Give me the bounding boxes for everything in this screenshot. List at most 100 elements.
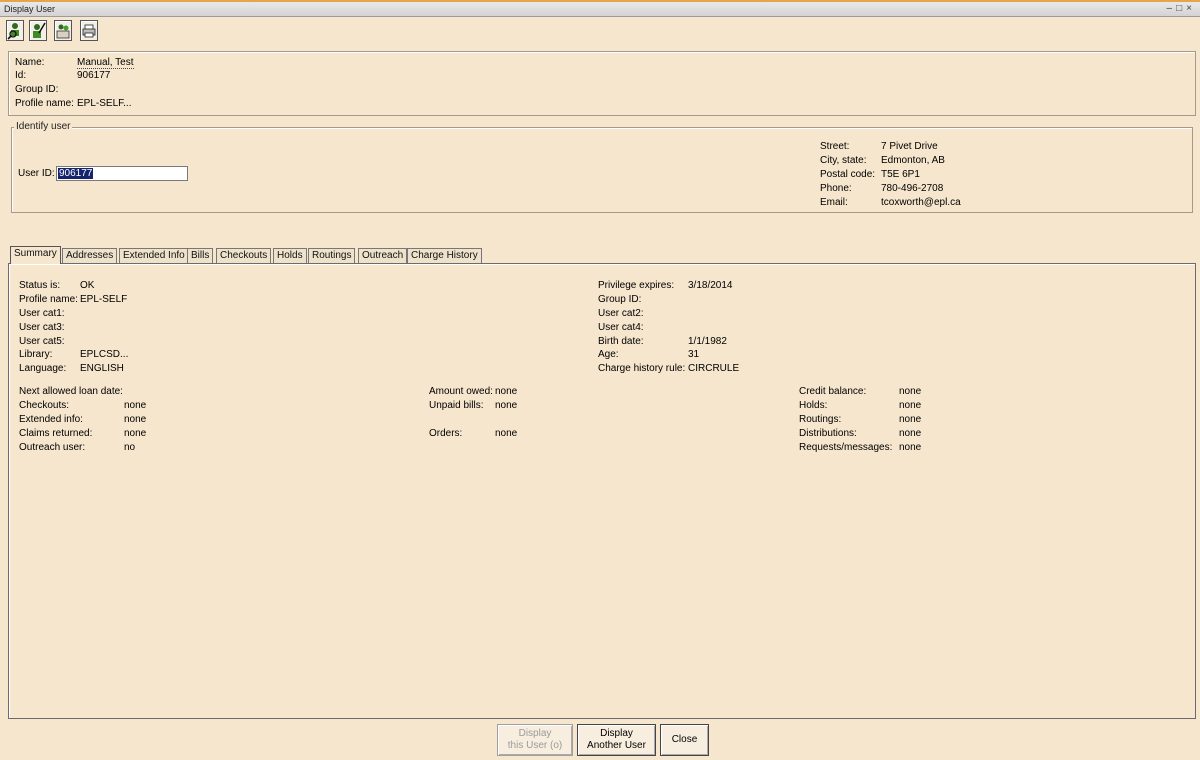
- identify-user-legend: Identify user: [14, 121, 73, 132]
- extended-info-label: Extended info:: [19, 414, 83, 425]
- user-search-icon: [7, 23, 19, 40]
- profile-name-label: Profile name:: [15, 98, 74, 109]
- email-label: Email:: [820, 197, 848, 208]
- identify-user-group: [11, 127, 1193, 213]
- window-title: Display User: [4, 4, 56, 14]
- library-label: Library:: [19, 349, 53, 360]
- user-cat4-label: User cat4:: [598, 322, 644, 333]
- city-value: Edmonton, AB: [881, 155, 945, 166]
- tab-charge-history[interactable]: Charge History: [407, 248, 482, 263]
- tab-bills[interactable]: Bills: [187, 248, 214, 263]
- routings-value: none: [899, 414, 922, 425]
- street-label: Street:: [820, 141, 850, 152]
- routings-label: Routings:: [799, 414, 842, 425]
- distributions-value: none: [899, 428, 922, 439]
- privilege-expires-label: Privilege expires:: [598, 280, 675, 291]
- id-value: 906177: [77, 70, 111, 81]
- birth-date-value: 1/1/1982: [688, 336, 727, 347]
- display-this-user-line1: Display: [518, 728, 552, 739]
- checkouts-label: Checkouts:: [19, 400, 70, 411]
- summary-group-id-label: Group ID:: [598, 294, 642, 305]
- id-label: Id:: [15, 70, 27, 81]
- amount-owed-value: none: [495, 386, 518, 397]
- holds-value: none: [899, 400, 922, 411]
- profile-value: EPL-SELF: [80, 294, 128, 305]
- print-button[interactable]: [80, 20, 98, 41]
- user-edit-icon: [33, 22, 46, 38]
- display-another-user-button[interactable]: Display Another User: [577, 724, 656, 756]
- street-value: 7 Pivet Drive: [881, 141, 938, 152]
- holds-label: Holds:: [799, 400, 828, 411]
- charge-history-rule-value: CIRCRULE: [688, 363, 740, 374]
- window-titlebar: Display User –□×: [0, 0, 1200, 17]
- userid-input-value: 906177: [58, 168, 94, 179]
- tab-outreach[interactable]: Outreach: [358, 248, 408, 263]
- display-this-user-line2: this User (o): [507, 740, 563, 751]
- profile-name-value: EPL-SELF...: [77, 98, 132, 109]
- postal-value: T5E 6P1: [881, 169, 920, 180]
- user-cat5-label: User cat5:: [19, 336, 65, 347]
- tab-extended-info[interactable]: Extended Info: [119, 248, 189, 263]
- userid-label: User ID:: [18, 168, 55, 179]
- user-cat3-label: User cat3:: [19, 322, 65, 333]
- display-another-user-line1: Display: [600, 728, 633, 739]
- orders-label: Orders:: [429, 428, 463, 439]
- claims-returned-label: Claims returned:: [19, 428, 93, 439]
- tab-summary[interactable]: Summary: [10, 246, 61, 264]
- claims-returned-value: none: [124, 428, 147, 439]
- tab-checkouts[interactable]: Checkouts: [216, 248, 272, 263]
- user-cat2-label: User cat2:: [598, 308, 644, 319]
- user-info-box: [8, 51, 1196, 116]
- user-group-button[interactable]: [54, 20, 72, 41]
- extended-info-value: none: [124, 414, 147, 425]
- city-label: City, state:: [820, 155, 867, 166]
- minimize-icon[interactable]: –: [1167, 3, 1177, 14]
- language-label: Language:: [19, 363, 67, 374]
- window-controls: –□×: [1167, 3, 1196, 14]
- name-value[interactable]: Manual, Test: [77, 57, 134, 69]
- phone-label: Phone:: [820, 183, 852, 194]
- next-loan-date-label: Next allowed loan date:: [19, 386, 123, 397]
- requests-messages-value: none: [899, 442, 922, 453]
- tab-holds[interactable]: Holds: [273, 248, 307, 263]
- outreach-user-label: Outreach user:: [19, 442, 86, 453]
- userid-input[interactable]: 906177: [56, 166, 188, 181]
- library-value: EPLCSD...: [80, 349, 129, 360]
- user-edit-button[interactable]: [29, 20, 47, 41]
- credit-balance-value: none: [899, 386, 922, 397]
- unpaid-bills-value: none: [495, 400, 518, 411]
- language-value: ENGLISH: [80, 363, 124, 374]
- status-label: Status is:: [19, 280, 61, 291]
- status-value: OK: [80, 280, 95, 291]
- close-window-icon[interactable]: ×: [1186, 3, 1196, 14]
- outreach-user-value: no: [124, 442, 136, 453]
- orders-value: none: [495, 428, 518, 439]
- group-id-label: Group ID:: [15, 84, 59, 95]
- tab-addresses[interactable]: Addresses: [62, 248, 118, 263]
- unpaid-bills-label: Unpaid bills:: [429, 400, 484, 411]
- close-button-label: Close: [671, 734, 698, 745]
- postal-label: Postal code:: [820, 169, 876, 180]
- user-search-button[interactable]: [6, 20, 24, 41]
- birth-date-label: Birth date:: [598, 336, 644, 347]
- age-label: Age:: [598, 349, 619, 360]
- close-button[interactable]: Close: [660, 724, 709, 756]
- requests-messages-label: Requests/messages:: [799, 442, 893, 453]
- profile-label: Profile name:: [19, 294, 78, 305]
- print-icon: [82, 24, 96, 38]
- privilege-expires-value: 3/18/2014: [688, 280, 733, 291]
- display-this-user-button[interactable]: Display this User (o): [497, 724, 573, 756]
- maximize-icon[interactable]: □: [1176, 3, 1186, 14]
- name-label: Name:: [15, 57, 45, 68]
- phone-value: 780-496-2708: [881, 183, 944, 194]
- charge-history-rule-label: Charge history rule:: [598, 363, 686, 374]
- amount-owed-label: Amount owed:: [429, 386, 493, 397]
- display-another-user-line2: Another User: [587, 740, 646, 751]
- email-value: tcoxworth@epl.ca: [881, 197, 961, 208]
- distributions-label: Distributions:: [799, 428, 857, 439]
- checkouts-value: none: [124, 400, 147, 411]
- age-value: 31: [688, 349, 700, 360]
- user-group-icon: [56, 24, 70, 39]
- credit-balance-label: Credit balance:: [799, 386, 867, 397]
- tab-routings[interactable]: Routings: [308, 248, 356, 263]
